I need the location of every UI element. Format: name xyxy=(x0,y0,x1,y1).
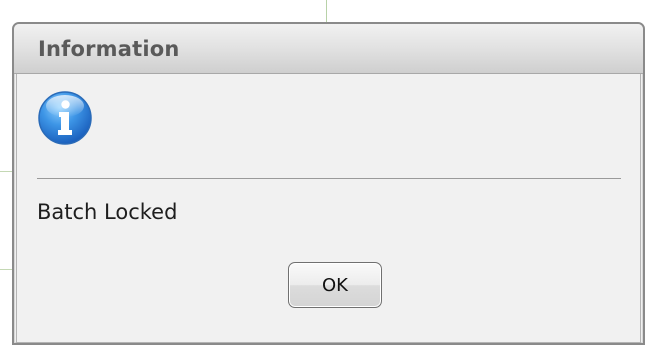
background-grid-line xyxy=(0,171,12,172)
dialog-message: Batch Locked xyxy=(37,200,178,224)
dialog-titlebar[interactable]: Information xyxy=(14,24,643,74)
ok-button[interactable]: OK xyxy=(288,262,382,308)
information-icon xyxy=(38,91,92,145)
dialog-separator xyxy=(37,178,621,179)
background-grid-line xyxy=(0,269,12,270)
dialog-title: Information xyxy=(38,37,180,61)
dialog-body: Batch Locked OK xyxy=(16,74,641,343)
information-dialog: Information Batch Locked OK xyxy=(12,22,645,345)
background-grid-line xyxy=(326,0,327,22)
